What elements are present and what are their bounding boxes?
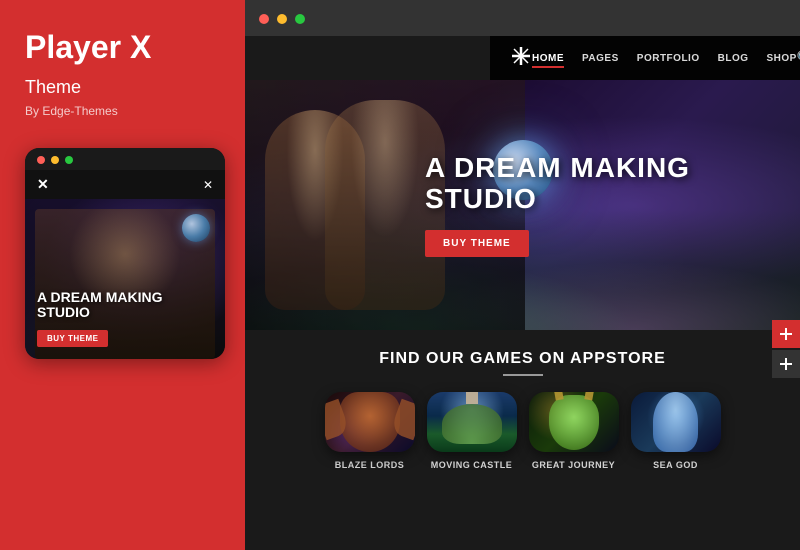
dragon-shape	[340, 392, 400, 452]
game-name-seagod: SEA GOD	[653, 460, 698, 470]
games-section-divider	[503, 374, 543, 376]
game-card-seagod: SEA GOD	[631, 392, 721, 470]
game-thumb-journey[interactable]	[529, 392, 619, 452]
nav-link-shop[interactable]: SHOP	[767, 53, 797, 64]
site-nav-links: HOME PAGES PORTFOLIO BLOG SHOP	[532, 53, 797, 64]
creature-horn-left	[552, 392, 563, 400]
mobile-nav: ✕ ✕	[25, 170, 225, 199]
right-panel: HOME PAGES PORTFOLIO BLOG SHOP 🔍 ⛶ A DRE…	[245, 0, 800, 550]
mobile-dot-yellow	[51, 156, 59, 164]
mobile-hero: A DREAM MAKING STUDIO BUY THEME	[25, 199, 225, 359]
mobile-dot-red	[37, 156, 45, 164]
nav-link-home[interactable]: HOME	[532, 53, 564, 64]
games-grid: BLAZE LORDS MOVING CASTLE	[265, 392, 780, 470]
site-hero: A DREAM MAKING STUDIO BUY THEME	[245, 80, 800, 330]
game-name-blaze: BLAZE LORDS	[335, 460, 405, 470]
edge-buttons	[772, 320, 800, 378]
game-thumb-blaze[interactable]	[325, 392, 415, 452]
nav-link-blog[interactable]: BLOG	[718, 53, 749, 64]
nav-link-portfolio[interactable]: PORTFOLIO	[637, 53, 700, 64]
game-thumb-castle[interactable]	[427, 392, 517, 452]
mobile-logo-icon: ✕	[37, 176, 49, 193]
game-card-blaze: BLAZE LORDS	[325, 392, 415, 470]
theme-by: By Edge-Themes	[25, 104, 225, 118]
mobile-hero-content: A DREAM MAKING STUDIO BUY THEME	[37, 290, 213, 348]
hero-title: A DREAM MAKING STUDIO	[425, 153, 800, 215]
hero-cta-button[interactable]: BUY THEME	[425, 230, 529, 257]
site-logo	[510, 45, 532, 72]
games-section: FIND OUR GAMES ON APPSTORE BLAZE LORDS	[245, 330, 800, 550]
game-card-castle: MOVING CASTLE	[427, 392, 517, 470]
creature-horn-right	[584, 392, 595, 400]
games-section-title: FIND OUR GAMES ON APPSTORE	[265, 350, 780, 368]
game-name-journey: GREAT JOURNEY	[532, 460, 615, 470]
castle-island	[442, 404, 502, 444]
mobile-buy-button[interactable]: BUY THEME	[37, 330, 108, 347]
edge-button-dark[interactable]	[772, 350, 800, 378]
edge-button-red[interactable]	[772, 320, 800, 348]
game-name-castle: MOVING CASTLE	[431, 460, 513, 470]
theme-title: Player X Theme	[25, 30, 225, 100]
mobile-browser-chrome	[25, 148, 225, 170]
nav-link-pages[interactable]: PAGES	[582, 53, 619, 64]
browser-content: A DREAM MAKING STUDIO BUY THEME FIND OUR…	[245, 36, 800, 550]
mobile-hero-title: A DREAM MAKING STUDIO	[37, 290, 213, 321]
browser-chrome	[245, 0, 800, 36]
mobile-preview: ✕ ✕ A DREAM MAKING STUDIO BUY THEME	[25, 148, 225, 359]
journey-creature	[549, 395, 599, 450]
mobile-dot-green	[65, 156, 73, 164]
browser-dot-yellow	[277, 14, 287, 24]
castle-tower	[466, 392, 478, 404]
browser-dot-red	[259, 14, 269, 24]
left-panel: Player X Theme By Edge-Themes ✕ ✕ A DREA…	[0, 0, 245, 550]
game-card-journey: GREAT JOURNEY	[529, 392, 619, 470]
mobile-menu-icon: ✕	[203, 178, 213, 192]
browser-dot-green	[295, 14, 305, 24]
site-nav: HOME PAGES PORTFOLIO BLOG SHOP 🔍 ⛶	[490, 36, 800, 80]
seagod-figure	[653, 392, 698, 452]
hero-content: A DREAM MAKING STUDIO BUY THEME	[425, 153, 800, 258]
dragon-wing-right	[389, 399, 414, 440]
theme-info: Player X Theme By Edge-Themes	[25, 30, 225, 118]
game-thumb-seagod[interactable]	[631, 392, 721, 452]
dragon-wing-left	[325, 399, 350, 440]
